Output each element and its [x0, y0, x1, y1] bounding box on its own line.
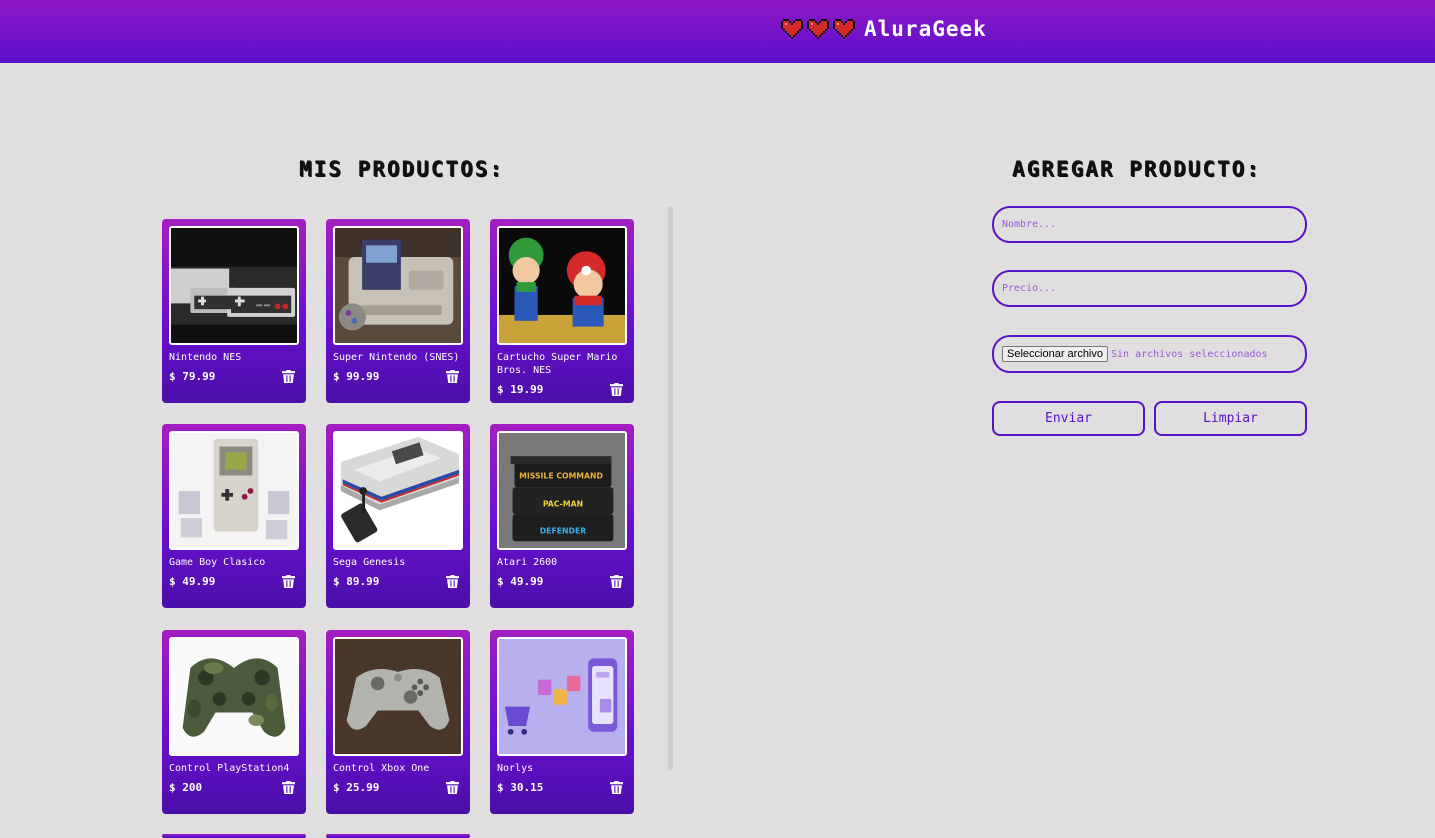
product-image: [333, 226, 463, 345]
product-name: Super Nintendo (SNES): [333, 352, 460, 363]
product-image: [333, 637, 463, 756]
trash-icon[interactable]: [610, 781, 623, 794]
atari-label: PAC-MAN: [543, 499, 583, 508]
product-name: Cartucho Super Mario Bros. NES: [497, 352, 618, 376]
product-card: Sega Genesis $ 89.99: [326, 424, 470, 608]
product-price: $ 30.15: [497, 781, 544, 794]
product-name: Norlys: [497, 763, 534, 774]
product-image: [169, 226, 299, 345]
trash-icon[interactable]: [610, 575, 623, 588]
product-card: MISSILE COMMAND PAC-MAN DEFENDER Atari 2…: [490, 424, 634, 608]
atari-label: DEFENDER: [540, 527, 587, 536]
trash-icon[interactable]: [282, 781, 295, 794]
trash-icon[interactable]: [610, 383, 623, 396]
trash-icon[interactable]: [282, 575, 295, 588]
name-input[interactable]: [992, 206, 1307, 243]
product-name: Sega Genesis: [333, 557, 406, 568]
product-price: $ 99.99: [333, 370, 380, 383]
product-name: Game Boy Clasico: [169, 557, 266, 568]
clear-button[interactable]: Limpiar: [1154, 401, 1307, 436]
brand-name: AluraGeek: [864, 17, 987, 41]
atari-label: MISSILE COMMAND: [519, 471, 603, 480]
product-image: [333, 431, 463, 550]
product-price: $ 49.99: [497, 575, 544, 588]
trash-icon[interactable]: [446, 370, 459, 383]
product-price: $ 200: [169, 781, 203, 794]
file-input[interactable]: Seleccionar archivo Sin archivos selecci…: [992, 335, 1307, 373]
product-price: $ 89.99: [333, 575, 380, 588]
product-card: Nintendo NES $ 79.99: [162, 219, 306, 403]
product-card: Norlys $ 30.15: [490, 630, 634, 814]
heart-icon: [807, 19, 829, 39]
product-price: $ 79.99: [169, 370, 216, 383]
heart-icon: [781, 19, 803, 39]
product-name: Nintendo NES: [169, 352, 242, 363]
price-input[interactable]: [992, 270, 1307, 307]
product-price: $ 25.99: [333, 781, 380, 794]
product-price: $ 49.99: [169, 575, 216, 588]
header: AluraGeek: [0, 0, 1435, 63]
product-image: [169, 431, 299, 550]
products-title: MIS PRODUCTOS:: [299, 157, 505, 181]
product-image: MISSILE COMMAND PAC-MAN DEFENDER: [497, 431, 627, 550]
product-name: Control Xbox One: [333, 763, 430, 774]
product-card: [162, 834, 306, 838]
product-name: Atari 2600: [497, 557, 558, 568]
brand-logo[interactable]: AluraGeek: [781, 16, 987, 42]
submit-button[interactable]: Enviar: [992, 401, 1145, 436]
add-product-title: AGREGAR PRODUCTO:: [1012, 157, 1261, 181]
product-image: [497, 637, 627, 756]
product-name: Control PlayStation4: [169, 763, 290, 774]
product-card: [326, 834, 470, 838]
trash-icon[interactable]: [446, 575, 459, 588]
select-file-button[interactable]: Seleccionar archivo: [1002, 346, 1108, 362]
product-card: Control Xbox One $ 25.99: [326, 630, 470, 814]
product-card: Control PlayStation4 $ 200: [162, 630, 306, 814]
product-card: Super Nintendo (SNES) $ 99.99: [326, 219, 470, 403]
trash-icon[interactable]: [282, 370, 295, 383]
heart-icon: [833, 19, 855, 39]
product-card: Cartucho Super Mario Bros. NES $ 19.99: [490, 219, 634, 403]
file-status: Sin archivos seleccionados: [1111, 348, 1268, 360]
product-image: [169, 637, 299, 756]
trash-icon[interactable]: [446, 781, 459, 794]
product-price: $ 19.99: [497, 383, 544, 396]
product-card: Game Boy Clasico $ 49.99: [162, 424, 306, 608]
section-divider: [668, 207, 673, 770]
product-image: [497, 226, 627, 345]
